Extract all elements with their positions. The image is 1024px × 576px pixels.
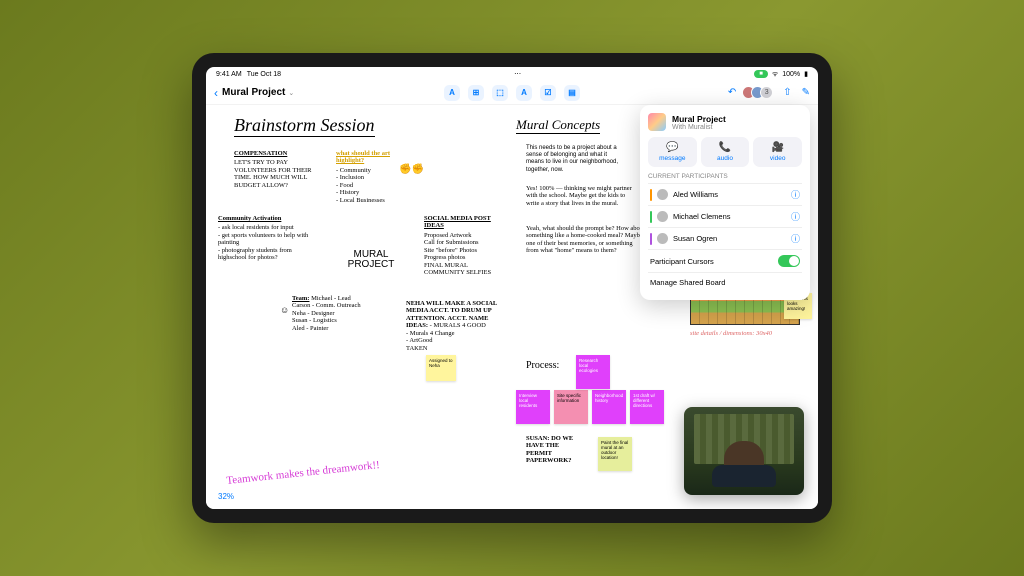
sticky-assigned[interactable]: Assigned to Neha [426,355,456,381]
info-icon[interactable]: ⓘ [791,232,800,245]
team-note: Team: Michael - Lead Carson - Comm. Outr… [292,295,392,332]
audio-icon: 📞 [703,142,748,153]
shape-tool[interactable]: ⬚ [492,85,508,101]
wifi-icon: ᯤ [772,70,778,79]
neha-note: NEHA WILL MAKE A SOCIAL MEDIA ACCT. TO D… [406,300,501,352]
sticky-draft[interactable]: 1st draft w/ different directions [630,390,664,424]
text-tool[interactable]: A [444,85,460,101]
board-title[interactable]: Mural Project [222,87,285,98]
concept-desc: This needs to be a project about a sense… [526,145,626,174]
sticky-research[interactable]: Research local ecologies [576,355,610,389]
site-details: site details / dimensions: 30x40 [690,330,800,337]
participant-row[interactable]: Susan Ogrenⓘ [648,227,802,249]
zoom-level[interactable]: 32% [212,490,240,503]
avatar-count: 3 [760,86,773,99]
video-icon: 🎥 [755,142,800,153]
sticky-history[interactable]: Neighborhood history [592,390,626,424]
video-button[interactable]: 🎥video [753,137,802,167]
board-thumbnail [648,113,666,131]
compose-button[interactable]: ✎ [802,87,810,98]
participant-row[interactable]: Michael Clemensⓘ [648,205,802,227]
sticky-paint[interactable]: Paint the final mural at an outdoor loca… [598,437,632,471]
concept-reply-1: Yes! 100% — thinking we might partner wi… [526,185,636,207]
participant-row[interactable]: Aled Williamsⓘ [648,183,802,205]
undo-button[interactable]: ↶ [728,87,736,98]
battery-label: 100% [782,71,800,78]
highlight-note: what should the art highlight? - Communi… [336,150,416,204]
audio-button[interactable]: 📞audio [701,137,750,167]
info-icon[interactable]: ⓘ [791,188,800,201]
sticky-tool[interactable]: ⊞ [468,85,484,101]
share-popover: Mural Project With Muralist 💬message 📞au… [640,105,810,300]
status-bar: 9:41 AM Tue Oct 18 ⋯ ■ ᯤ 100% ▮ [206,67,818,81]
message-button[interactable]: 💬message [648,137,697,167]
toolbar: ‹ Mural Project ⌄ A ⊞ ⬚ A ☑ ▤ ↶ 3 ⇧ ✎ [206,81,818,105]
info-icon[interactable]: ⓘ [791,210,800,223]
cursors-toggle[interactable] [778,255,800,267]
heading-brainstorm: Brainstorm Session [234,115,375,137]
manage-board-row[interactable]: Manage Shared Board [648,272,802,292]
sticky-interview[interactable]: Interview local residents [516,390,550,424]
permit-note: SUSAN: DO WE HAVE THE PERMIT PAPERWORK? [526,435,586,465]
pip-person [724,441,764,487]
status-date: Tue Oct 18 [247,71,281,78]
process-label: Process: [526,360,559,371]
toolbar-tools: A ⊞ ⬚ A ☑ ▤ [444,85,580,101]
popover-title: Mural Project [672,114,726,124]
teamwork-text: Teamwork makes the dreamwork!! [226,459,381,487]
facetime-pill[interactable]: ■ [754,70,768,78]
mural-badge: MURAL PROJECT [336,235,406,285]
back-button[interactable]: ‹ [214,86,218,100]
heading-concepts: Mural Concepts [516,117,600,134]
participants-label: CURRENT PARTICIPANTS [648,173,802,180]
status-time: 9:41 AM [216,71,242,78]
activation-note: Community Activation - ask local residen… [218,215,313,262]
more-tool[interactable]: ▤ [564,85,580,101]
compensation-note: COMPENSATION LET'S TRY TO PAY VOLUNTEERS… [234,150,314,189]
share-button[interactable]: ⇧ [783,87,791,98]
concept-reply-2: Yeah, what should the prompt be? How abo… [526,225,646,255]
dynamic-island: ⋯ [514,70,521,78]
collaborator-avatars[interactable]: 3 [746,86,773,99]
battery-icon: ▮ [804,70,808,78]
message-icon: 💬 [650,142,695,153]
cursors-toggle-row[interactable]: Participant Cursors [648,249,802,272]
sticky-siteinfo[interactable]: Site specific information [554,390,588,424]
popover-subtitle: With Muralist [672,124,726,131]
social-note: SOCIAL MEDIA POST IDEAS Proposed Artwork… [424,215,504,277]
media-tool[interactable]: ☑ [540,85,556,101]
textbox-tool[interactable]: A [516,85,532,101]
title-chevron-icon[interactable]: ⌄ [288,89,294,97]
facetime-pip[interactable] [684,407,804,495]
